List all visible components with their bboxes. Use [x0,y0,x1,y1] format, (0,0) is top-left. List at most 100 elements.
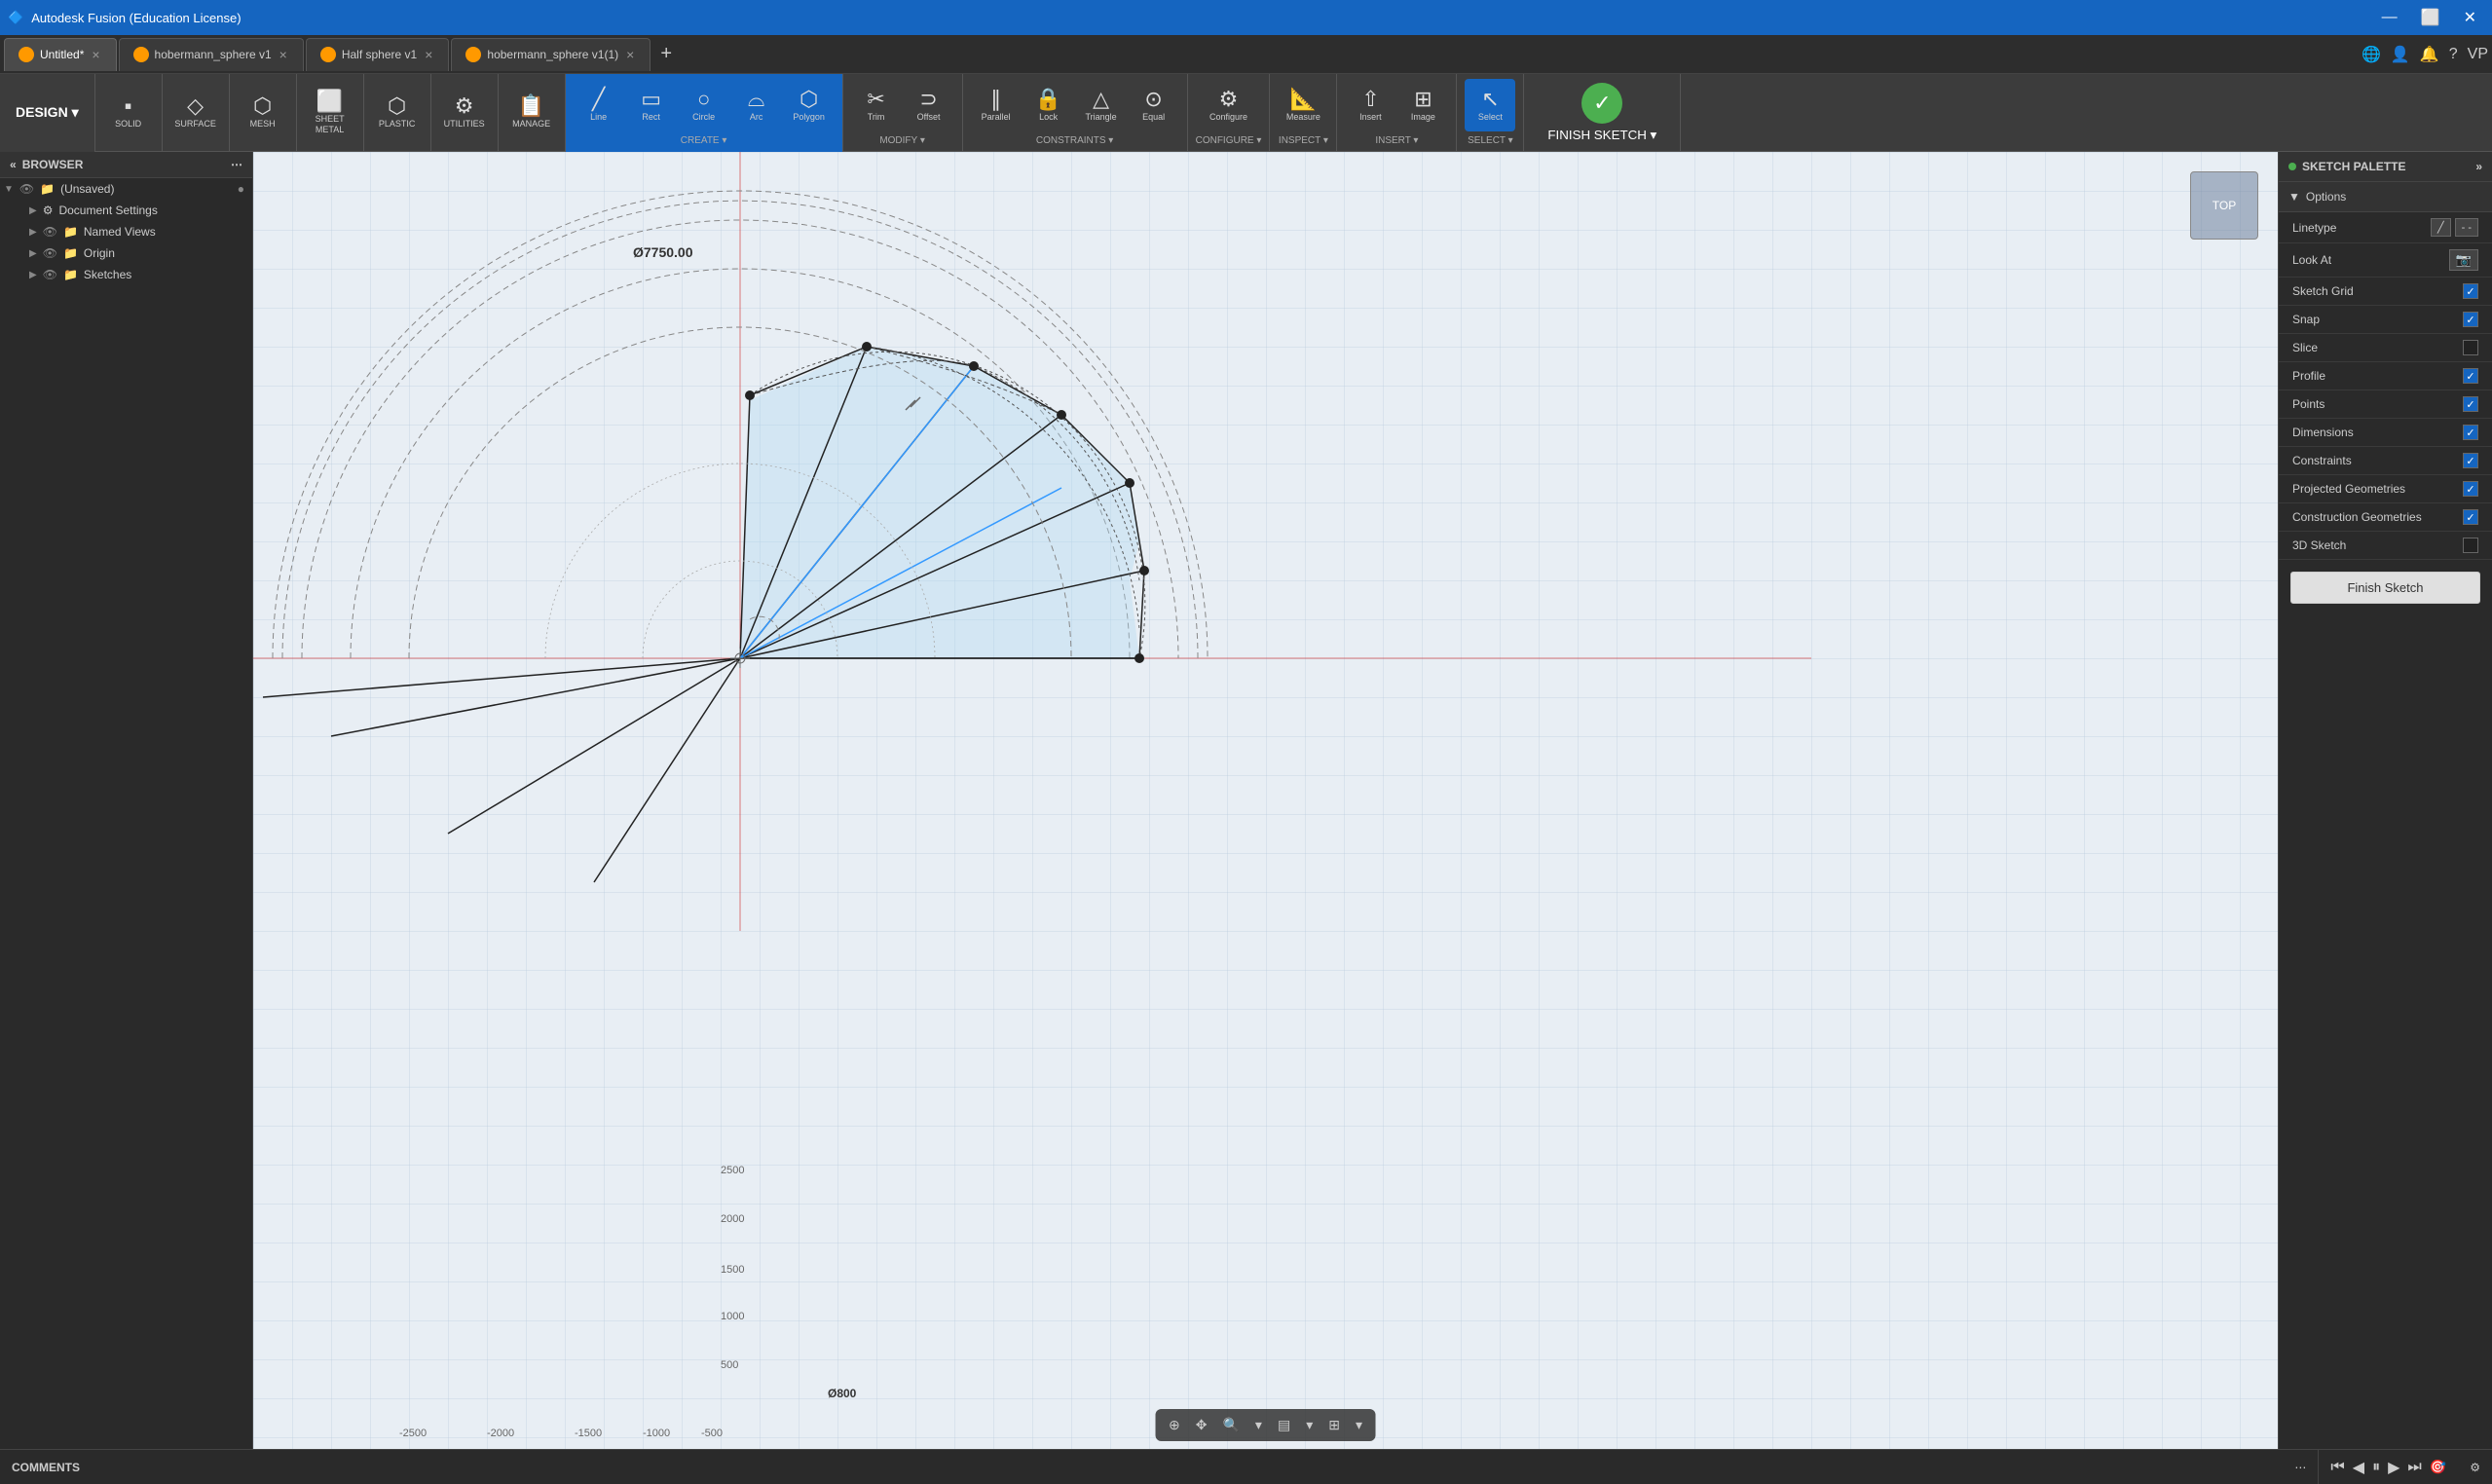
linetype-btn1[interactable]: ╱ [2431,218,2451,237]
palette-section-options[interactable]: ▼ Options [2279,182,2492,212]
tb-solid-mode[interactable]: ▪SOLID [103,87,154,139]
tb-triangle[interactable]: △Triangle [1076,79,1127,131]
toolbar-section-constraints: ∥Parallel 🔒Lock △Triangle ⊙Equal CONSTRA… [963,74,1188,152]
eye-icon-views[interactable]: 👁 [43,225,57,239]
lookat-btn[interactable]: 📷 [2449,249,2478,271]
tab-close-half-sphere[interactable]: × [423,47,434,62]
slice-checkbox[interactable] [2463,340,2478,355]
tb-utilities-mode[interactable]: ⚙UTILITIES [439,87,490,139]
tb-configure[interactable]: ⚙Configure [1204,79,1254,131]
folder-icon-root: 📁 [40,182,55,196]
canvas-tool-grid-vis[interactable]: ⊞ [1322,1413,1346,1437]
gear-icon-doc: ⚙ [43,204,54,217]
browser-item-root[interactable]: ▼ 👁 📁 (Unsaved) ● [0,178,252,200]
tb-trim[interactable]: ✂Trim [851,79,902,131]
canvas-tool-zoom-dropdown[interactable]: ▾ [1249,1413,1268,1437]
design-dropdown[interactable]: DESIGN ▾ [0,74,95,152]
playback-start[interactable]: ⏮ [2330,1459,2344,1476]
settings-gear-icon[interactable]: ⚙ [2470,1461,2480,1474]
canvas-tool-display[interactable]: ▤ [1272,1413,1296,1437]
select-icon: ↖ [1481,89,1499,110]
browser-title: BROWSER [22,158,84,171]
browser-arrows: « [10,158,17,171]
mesh-icon: ⬡ [253,95,272,117]
tab-hobermann2[interactable]: hobermann_sphere v1(1) × [451,38,651,71]
folder-icon-sketches: 📁 [63,268,78,281]
projected-geometries-checkbox[interactable] [2463,481,2478,497]
profile-checkbox[interactable] [2463,368,2478,384]
eye-icon-sketches[interactable]: 👁 [43,268,57,281]
eye-icon-origin[interactable]: 👁 [43,246,57,260]
tb-insert2[interactable]: ⊞Image [1397,79,1448,131]
minimize-button[interactable]: — [2374,7,2405,28]
sketch-grid-checkbox[interactable] [2463,283,2478,299]
playback-prev[interactable]: ◀ [2353,1458,2364,1477]
palette-expand-icon[interactable]: » [2475,160,2482,173]
points-checkbox[interactable] [2463,396,2478,412]
canvas-tool-display-dropdown[interactable]: ▾ [1300,1413,1319,1437]
finish-sketch-palette-button[interactable]: Finish Sketch [2290,572,2480,604]
tb-manage-mode[interactable]: 📋MANAGE [506,87,557,139]
tab-close-untitled[interactable]: × [90,47,101,62]
canvas-tool-grid-dropdown[interactable]: ▾ [1350,1413,1368,1437]
browser-item-doc-settings[interactable]: ▶ ⚙ Document Settings [0,200,252,221]
tb-measure[interactable]: 📐Measure [1278,79,1328,131]
tab-half-sphere[interactable]: Half sphere v1 × [306,38,450,71]
tb-arc[interactable]: ⌓Arc [731,79,782,131]
tb-circle[interactable]: ○Circle [679,79,729,131]
modify-label: MODIFY ▾ [879,135,925,146]
tab-close-hobermann2[interactable]: × [624,47,636,62]
toolbar-section-sketch: ╱Line ▭Rect ○Circle ⌓Arc ⬡Polygon CREATE… [566,74,843,152]
playback-next[interactable]: ▶ [2388,1458,2399,1477]
tab-untitled[interactable]: Untitled* × [4,38,117,71]
comments-section[interactable]: COMMENTS ⋯ [0,1450,2319,1484]
new-tab-button[interactable]: + [652,43,680,65]
3d-sketch-checkbox[interactable] [2463,538,2478,553]
visibility-eye[interactable]: 👁 [19,182,34,196]
tb-select[interactable]: ↖Select [1465,79,1515,131]
canvas-area[interactable]: Ø7750.00 2500 2000 1500 1000 500 -2500 -… [253,152,2278,1449]
browser-item-sketches[interactable]: ▶ 👁 📁 Sketches [0,264,252,285]
tb-constraint1[interactable]: ∥Parallel [971,79,1022,131]
comments-toggle[interactable]: ⋯ [2294,1461,2306,1474]
close-button[interactable]: ✕ [2456,6,2484,29]
maximize-button[interactable]: ⬜ [2413,6,2448,29]
tab-close-hobermann1[interactable]: × [278,47,289,62]
finish-sketch-button[interactable]: ✓ FINISH SKETCH ▾ [1532,74,1672,152]
canvas-tool-zoom[interactable]: 🔍 [1216,1413,1245,1437]
select-label: SELECT ▾ [1468,135,1513,146]
tb-insert1[interactable]: ⇧Insert [1345,79,1395,131]
dimensions-checkbox[interactable] [2463,425,2478,440]
linetype-btn2[interactable]: - - [2455,218,2478,237]
tb-lock[interactable]: 🔒Lock [1023,79,1074,131]
browser-item-origin[interactable]: ▶ 👁 📁 Origin [0,242,252,264]
tb-sheetmetal-mode[interactable]: ⬜SHEET METAL [305,87,355,139]
browser-item-named-views[interactable]: ▶ 👁 📁 Named Views [0,221,252,242]
playback-end[interactable]: ⏭ [2407,1459,2421,1476]
constraints-checkbox[interactable] [2463,453,2478,468]
app-icon: 🔷 [8,10,23,25]
points-label: Points [2292,397,2325,411]
main-layout: « BROWSER ⋯ ▼ 👁 📁 (Unsaved) ● ▶ ⚙ Docume… [0,152,2492,1449]
construction-geometries-checkbox[interactable] [2463,509,2478,525]
tb-circle2[interactable]: ⊙Equal [1129,79,1179,131]
tb-mesh-mode[interactable]: ⬡MESH [238,87,288,139]
settings-section[interactable]: ⚙ [2458,1450,2492,1484]
tb-surface-mode[interactable]: ◇SURFACE [170,87,221,139]
tb-line[interactable]: ╱Line [574,79,624,131]
tb-plastic-mode[interactable]: ⬡PLASTIC [372,87,423,139]
sketch-grid-label: Sketch Grid [2292,284,2354,298]
canvas-tool-orbit[interactable]: ⊕ [1163,1413,1186,1437]
tab-hobermann1[interactable]: hobermann_sphere v1 × [119,38,304,71]
canvas-tool-pan[interactable]: ✥ [1190,1413,1213,1437]
profile-label: Profile [2292,369,2325,383]
tb-poly[interactable]: ⬡Polygon [784,79,835,131]
palette-option-construction-geometries: Construction Geometries [2279,503,2492,532]
tb-rect[interactable]: ▭Rect [626,79,677,131]
playback-pause[interactable]: ⏸ [2372,1459,2380,1476]
snap-checkbox[interactable] [2463,312,2478,327]
toolbar-section-finish: ✓ FINISH SKETCH ▾ [1524,74,1681,152]
browser-menu-icon[interactable]: ⋯ [231,158,242,171]
tb-offset[interactable]: ⊃Offset [904,79,954,131]
toolbar-section-plastic: ⬡PLASTIC [364,74,431,152]
